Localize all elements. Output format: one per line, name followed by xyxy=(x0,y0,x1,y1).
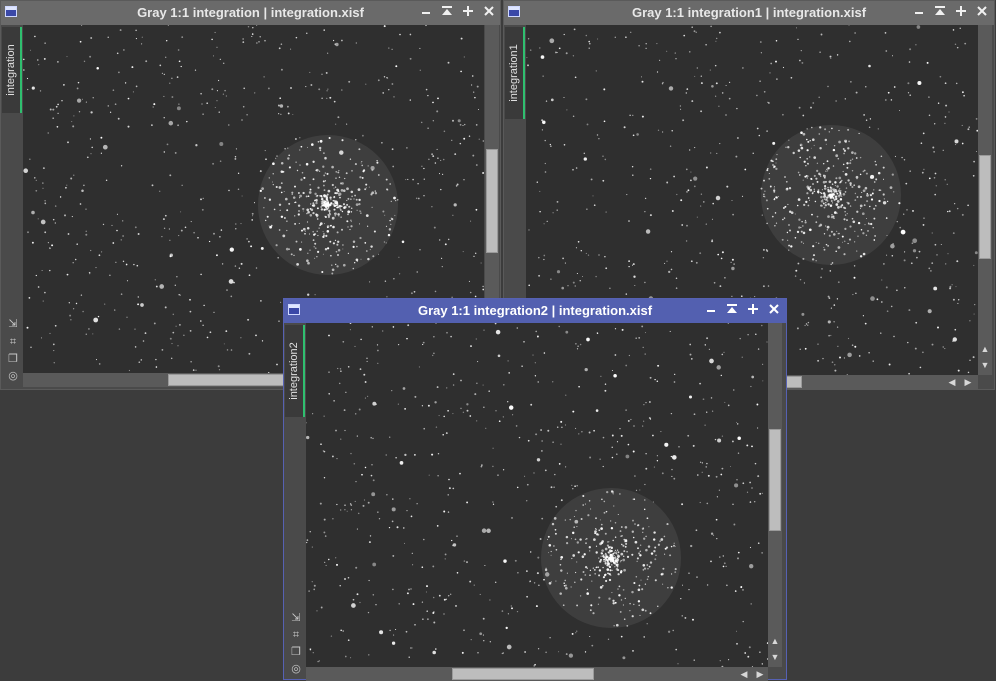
view-tab-label: integration1 xyxy=(508,44,520,102)
minimize-icon[interactable] xyxy=(417,3,435,21)
shade-icon[interactable] xyxy=(931,3,949,21)
horizontal-scroll-thumb[interactable] xyxy=(168,374,298,386)
vertical-scroll-thumb[interactable] xyxy=(979,155,991,259)
zoom-to-fit-icon[interactable]: ⇲ xyxy=(289,611,303,625)
scroll-down-icon[interactable]: ▼ xyxy=(769,651,781,663)
title-bar[interactable]: Gray 1:1 integration2 | integration.xisf xyxy=(284,299,786,323)
maximize-icon[interactable] xyxy=(952,3,970,21)
title-bar[interactable]: Gray 1:1 integration1 | integration.xisf xyxy=(504,1,994,25)
vertical-scrollbar[interactable]: ▲ ▼ xyxy=(768,323,782,667)
close-icon[interactable] xyxy=(765,301,783,319)
shade-icon[interactable] xyxy=(438,3,456,21)
horizontal-scroll-thumb[interactable] xyxy=(452,668,594,680)
window-icon[interactable] xyxy=(5,6,17,17)
scroll-up-icon[interactable]: ▲ xyxy=(979,343,991,355)
scroll-down-icon[interactable]: ▼ xyxy=(979,359,991,371)
image-viewport[interactable] xyxy=(306,323,768,667)
scroll-left-icon[interactable]: ◀ xyxy=(738,668,750,680)
star-field-image xyxy=(306,323,768,667)
scroll-right-icon[interactable]: ▶ xyxy=(754,668,766,680)
close-icon[interactable] xyxy=(973,3,991,21)
horizontal-scrollbar[interactable]: ◀ ▶ xyxy=(306,667,768,681)
scroll-up-icon[interactable]: ▲ xyxy=(769,635,781,647)
view-tab-integration2[interactable]: integration2 xyxy=(285,325,305,417)
new-preview-icon[interactable]: ❐ xyxy=(6,352,20,366)
view-tab-label: integration2 xyxy=(288,342,300,400)
shade-icon[interactable] xyxy=(723,301,741,319)
close-icon[interactable] xyxy=(480,3,498,21)
view-tab-integration1[interactable]: integration1 xyxy=(505,27,525,119)
target-icon[interactable]: ◎ xyxy=(6,369,20,383)
vertical-scroll-thumb[interactable] xyxy=(486,149,498,253)
scroll-left-icon[interactable]: ◀ xyxy=(946,376,958,388)
fit-view-icon[interactable]: ⌗ xyxy=(6,335,20,349)
image-window-integration2[interactable]: Gray 1:1 integration2 | integration.xisf… xyxy=(283,298,787,681)
maximize-icon[interactable] xyxy=(744,301,762,319)
view-tab-label: integration xyxy=(5,44,17,96)
title-bar[interactable]: Gray 1:1 integration | integration.xisf xyxy=(1,1,500,25)
maximize-icon[interactable] xyxy=(459,3,477,21)
minimize-icon[interactable] xyxy=(910,3,928,21)
scroll-right-icon[interactable]: ▶ xyxy=(962,376,974,388)
new-preview-icon[interactable]: ❐ xyxy=(289,645,303,659)
window-icon[interactable] xyxy=(288,304,300,315)
window-icon[interactable] xyxy=(508,6,520,17)
minimize-icon[interactable] xyxy=(702,301,720,319)
zoom-to-fit-icon[interactable]: ⇲ xyxy=(6,317,20,331)
fit-view-icon[interactable]: ⌗ xyxy=(289,628,303,642)
target-icon[interactable]: ◎ xyxy=(289,662,303,676)
view-tab-integration[interactable]: integration xyxy=(2,27,22,113)
vertical-scrollbar[interactable]: ▲ ▼ xyxy=(978,25,992,375)
vertical-scroll-thumb[interactable] xyxy=(769,429,781,531)
